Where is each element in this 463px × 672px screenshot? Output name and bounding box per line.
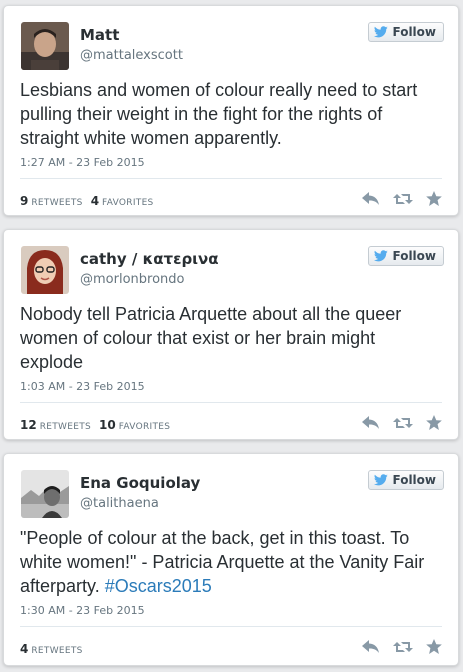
star-icon[interactable] — [426, 415, 442, 430]
user-handle[interactable]: @mattalexscott — [80, 48, 183, 63]
user-name[interactable]: cathy / κατερινα — [80, 250, 219, 268]
twitter-bird-icon — [374, 26, 389, 38]
tweet-card: Ena Goquiolay @talithaena Follow "People… — [3, 453, 459, 666]
favorite-count[interactable]: 10 FAVORITES — [99, 418, 170, 432]
reply-icon[interactable] — [362, 415, 380, 430]
retweet-icon[interactable] — [393, 416, 413, 430]
twitter-bird-icon — [374, 474, 389, 486]
tweet-text: Nobody tell Patricia Arquette about all … — [20, 304, 402, 372]
divider — [20, 626, 442, 627]
star-icon[interactable] — [426, 639, 442, 654]
avatar[interactable] — [21, 246, 69, 294]
hashtag-link[interactable]: #Oscars2015 — [105, 576, 212, 596]
reply-icon[interactable] — [362, 191, 380, 206]
tweet-feed: Matt @mattalexscott Follow Lesbians and … — [0, 0, 463, 672]
retweet-count[interactable]: 9 RETWEETS — [20, 194, 83, 208]
user-name[interactable]: Matt — [80, 26, 119, 44]
reply-icon[interactable] — [362, 639, 380, 654]
divider — [20, 402, 442, 403]
tweet-actions — [362, 415, 442, 430]
star-icon[interactable] — [426, 191, 442, 206]
tweet-actions — [362, 639, 442, 654]
tweet-card: cathy / κατερινα @morlonbrondo Follow No… — [3, 229, 459, 440]
user-handle[interactable]: @talithaena — [80, 496, 159, 511]
twitter-bird-icon — [374, 250, 389, 262]
avatar[interactable] — [21, 22, 69, 70]
tweet-stats: 9 RETWEETS 4 FAVORITES — [20, 194, 154, 208]
tweet-timestamp[interactable]: 1:03 AM - 23 Feb 2015 — [20, 380, 145, 393]
favorite-count[interactable]: 4 FAVORITES — [91, 194, 154, 208]
follow-label: Follow — [392, 249, 436, 263]
tweet-text-body: "People of colour at the back, get in th… — [20, 528, 425, 596]
tweet-actions — [362, 191, 442, 206]
divider — [20, 178, 442, 179]
tweet-timestamp[interactable]: 1:30 AM - 23 Feb 2015 — [20, 604, 145, 617]
follow-label: Follow — [392, 25, 436, 39]
follow-button[interactable]: Follow — [368, 246, 444, 266]
tweet-card: Matt @mattalexscott Follow Lesbians and … — [3, 5, 459, 216]
retweet-count[interactable]: 4 RETWEETS — [20, 642, 83, 656]
tweet-text: Lesbians and women of colour really need… — [20, 80, 418, 148]
retweet-count[interactable]: 12 RETWEETS — [20, 418, 91, 432]
tweet-text: "People of colour at the back, get in th… — [20, 526, 440, 598]
user-handle[interactable]: @morlonbrondo — [80, 272, 184, 287]
tweet-stats: 4 RETWEETS — [20, 642, 83, 656]
tweet-timestamp[interactable]: 1:27 AM - 23 Feb 2015 — [20, 156, 145, 169]
follow-label: Follow — [392, 473, 436, 487]
retweet-icon[interactable] — [393, 192, 413, 206]
user-name[interactable]: Ena Goquiolay — [80, 474, 200, 492]
tweet-stats: 12 RETWEETS 10 FAVORITES — [20, 418, 170, 432]
retweet-icon[interactable] — [393, 640, 413, 654]
avatar[interactable] — [21, 470, 69, 518]
follow-button[interactable]: Follow — [368, 22, 444, 42]
follow-button[interactable]: Follow — [368, 470, 444, 490]
